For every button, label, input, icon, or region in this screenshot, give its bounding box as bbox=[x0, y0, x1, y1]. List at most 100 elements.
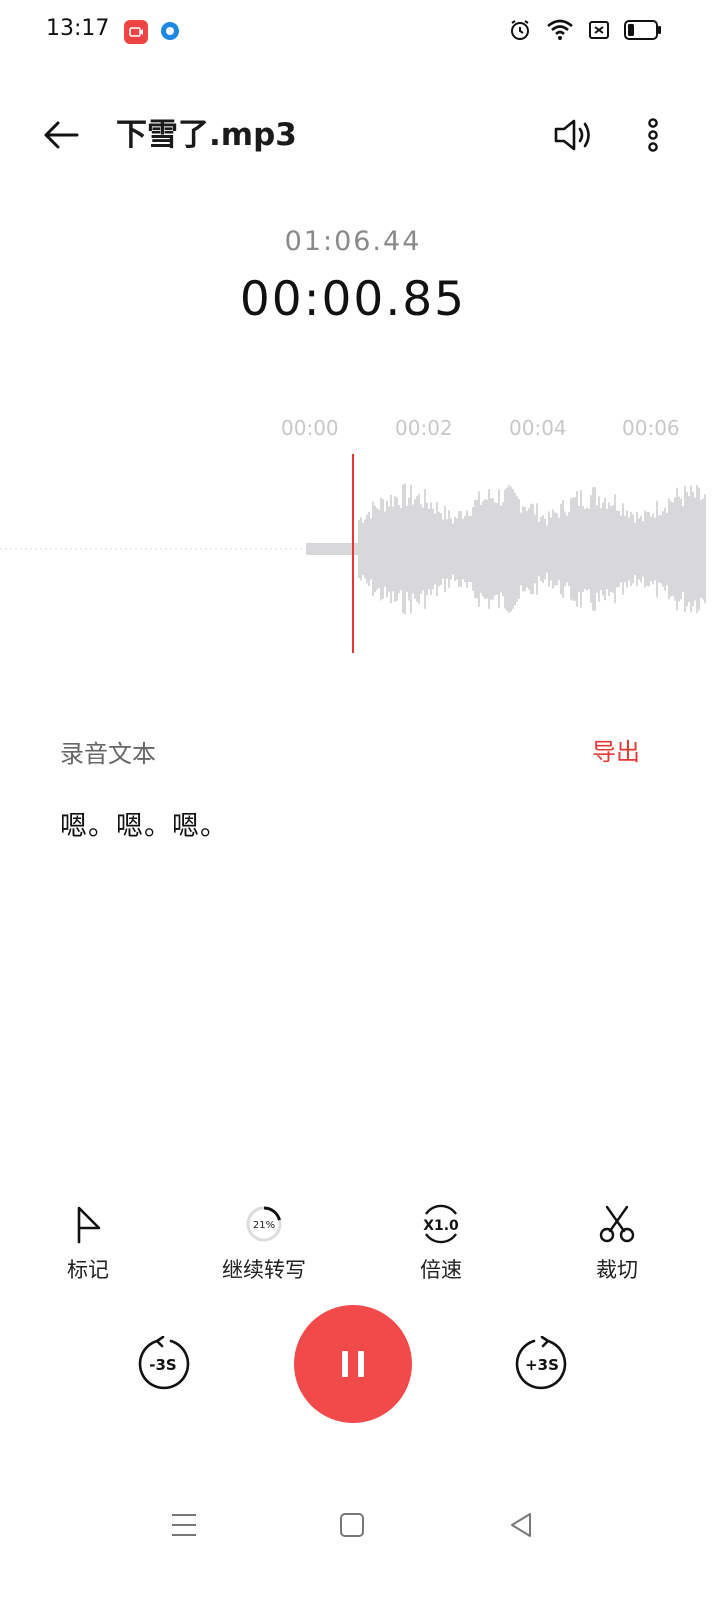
status-time: 13:17 bbox=[46, 16, 110, 41]
skip-back-label: -3S bbox=[149, 1356, 176, 1374]
waveform-bar bbox=[536, 503, 538, 595]
waveform-bar bbox=[620, 515, 622, 583]
waveform-bar bbox=[374, 505, 376, 593]
waveform-bar bbox=[504, 489, 506, 609]
export-button[interactable]: 导出 bbox=[592, 732, 640, 767]
pause-button[interactable] bbox=[294, 1305, 412, 1423]
speed-button[interactable]: X1.0 倍速 bbox=[366, 1200, 516, 1290]
waveform-bar bbox=[672, 502, 674, 596]
progress-percent: 21% bbox=[253, 1220, 275, 1231]
waveform-bar bbox=[558, 517, 560, 580]
timeline-tick: 00:04 bbox=[509, 416, 567, 440]
waveform-bar bbox=[602, 502, 604, 596]
waveform-bar bbox=[650, 516, 652, 582]
waveform-bar bbox=[444, 505, 446, 592]
waveform-bar bbox=[668, 498, 670, 600]
waveform-bar bbox=[452, 523, 454, 575]
waveform-bar bbox=[630, 511, 632, 587]
waveform-bar bbox=[532, 504, 534, 594]
waveform-bar bbox=[584, 509, 586, 590]
waveform-bar bbox=[394, 496, 396, 602]
waveform-bar bbox=[480, 504, 482, 593]
waveform-bar bbox=[578, 505, 580, 593]
waveform-bar bbox=[592, 487, 594, 611]
waveform-bar bbox=[546, 525, 548, 573]
waveform-lead-segment bbox=[306, 543, 358, 555]
waveform-bar bbox=[418, 493, 420, 605]
waveform-bar bbox=[438, 511, 440, 587]
waveform-bar bbox=[478, 491, 480, 607]
speed-icon: X1.0 bbox=[417, 1200, 465, 1248]
total-duration: 01:06.44 bbox=[284, 226, 422, 257]
waveform-bar bbox=[492, 498, 494, 600]
back-button[interactable] bbox=[38, 112, 84, 158]
waveform-bar bbox=[636, 512, 638, 587]
waveform-bar bbox=[628, 517, 630, 581]
waveform-bar bbox=[674, 497, 676, 601]
waveform-bar bbox=[400, 508, 402, 591]
waveform-bar bbox=[648, 511, 650, 587]
waveform-bar bbox=[552, 509, 554, 589]
no-sim-icon bbox=[588, 19, 610, 45]
waveform-bar bbox=[638, 518, 640, 580]
waveform-bar bbox=[520, 512, 522, 586]
rewind-3s-icon: -3S bbox=[138, 1336, 190, 1390]
continue-transcribe-button[interactable]: 21% 继续转写 bbox=[189, 1200, 339, 1290]
waveform-bar bbox=[534, 514, 536, 584]
transcript-text: 嗯。嗯。嗯。 bbox=[60, 811, 228, 842]
waveform-bar bbox=[676, 487, 678, 611]
waveform-bar bbox=[474, 500, 476, 598]
waveform-bar bbox=[498, 489, 500, 609]
skip-back-button[interactable]: -3S bbox=[135, 1336, 191, 1392]
current-position: 00:00.85 bbox=[239, 272, 467, 327]
waveform-bar bbox=[512, 489, 514, 609]
waveform-bar bbox=[362, 522, 364, 576]
waveform-bar bbox=[524, 506, 526, 592]
waveform-bar bbox=[380, 497, 382, 601]
waveform-bar bbox=[486, 499, 488, 599]
nav-back-button[interactable] bbox=[491, 1500, 551, 1550]
skip-forward-button[interactable]: +3S bbox=[514, 1336, 570, 1392]
waveform-bar bbox=[522, 506, 524, 592]
waveform-bar bbox=[594, 487, 596, 611]
back-arrow-icon bbox=[44, 121, 79, 149]
waveform-bar bbox=[704, 494, 706, 604]
nav-menu-button[interactable] bbox=[154, 1500, 214, 1550]
audio-waveform[interactable] bbox=[0, 450, 720, 660]
waveform-bar bbox=[414, 499, 416, 599]
waveform-bar bbox=[664, 507, 666, 591]
nav-home-button[interactable] bbox=[322, 1500, 382, 1550]
waveform-bar bbox=[450, 518, 452, 580]
waveform-bar bbox=[388, 506, 390, 592]
speaker-icon bbox=[554, 119, 590, 151]
waveform-bar bbox=[408, 497, 410, 601]
progress-ring-icon: 21% bbox=[240, 1200, 288, 1248]
waveform-bar bbox=[612, 505, 614, 593]
menu-icon bbox=[172, 1514, 196, 1536]
waveform-bars bbox=[358, 483, 706, 615]
waveform-bar bbox=[472, 507, 474, 591]
speaker-button[interactable] bbox=[548, 110, 598, 160]
waveform-bar bbox=[590, 495, 592, 603]
mark-button[interactable]: 标记 bbox=[13, 1200, 163, 1290]
waveform-bar bbox=[632, 514, 634, 584]
waveform-bar bbox=[494, 502, 496, 596]
waveform-bar bbox=[442, 519, 444, 579]
waveform-bar bbox=[616, 510, 618, 588]
waveform-bar bbox=[462, 518, 464, 580]
waveform-bar bbox=[640, 515, 642, 583]
waveform-bar bbox=[526, 511, 528, 588]
waveform-bar bbox=[530, 503, 532, 595]
waveform-bar bbox=[596, 505, 598, 593]
waveform-bar bbox=[642, 521, 644, 577]
waveform-bar bbox=[396, 497, 398, 601]
waveform-bar bbox=[416, 496, 418, 602]
waveform-bar bbox=[686, 491, 688, 607]
more-options-button[interactable] bbox=[630, 110, 676, 160]
waveform-bar bbox=[544, 518, 546, 580]
waveform-bar bbox=[660, 514, 662, 584]
waveform-bar bbox=[682, 506, 684, 592]
cut-button[interactable]: 裁切 bbox=[542, 1200, 692, 1290]
waveform-bar bbox=[412, 504, 414, 594]
waveform-bar bbox=[502, 502, 504, 596]
